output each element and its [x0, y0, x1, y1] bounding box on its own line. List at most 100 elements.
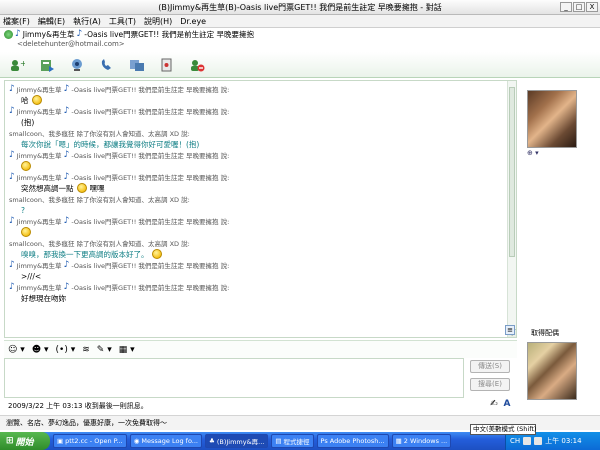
volume-icon[interactable] — [534, 437, 543, 445]
resize-pane-icon[interactable]: ≡ — [505, 325, 515, 335]
messenger-icon: ♣ — [209, 437, 215, 445]
menu-edit[interactable]: 編輯(E) — [38, 16, 65, 27]
webcam-icon[interactable] — [68, 57, 86, 73]
nudge-icon[interactable]: ≋ — [82, 345, 90, 355]
explorer-icon: ▦ — [395, 437, 402, 445]
taskbar-item-ptt[interactable]: ▣ ptt2.cc - Open P... — [53, 434, 127, 448]
menu-file[interactable]: 檔案(F) — [3, 16, 30, 27]
taskbar-item-photoshop[interactable]: Ps Adobe Photosh... — [316, 434, 389, 448]
music-note-icon: ♪ — [9, 171, 15, 182]
menu-actions[interactable]: 執行(A) — [73, 16, 101, 27]
font-icon[interactable]: A — [504, 399, 511, 409]
message-header: ♪ Jimmy&再生草 ♪ -Oasis live門票GET!! 我們是前生註定 早晚… — [9, 149, 230, 160]
browser-icon: ◉ — [133, 437, 140, 445]
wink-emoticon-icon — [21, 161, 31, 171]
avatar-menu-dropdown[interactable]: ⊕ ▾ — [527, 149, 539, 157]
window-title: (B)Jimmy&再生草(B)-Oasis live門票GET!! 我們是前生註… — [158, 2, 442, 12]
tray-app-icon[interactable] — [523, 437, 532, 445]
send-files-icon[interactable] — [38, 57, 56, 73]
music-note-icon: ♪ — [63, 83, 70, 94]
message-text: 哈 — [9, 94, 512, 106]
wink-picker-icon[interactable]: ☻ ▾ — [32, 345, 49, 355]
close-button[interactable]: X — [586, 2, 598, 12]
my-avatar[interactable] — [527, 342, 577, 400]
format-toolbar: ☺ ▾ ☻ ▾ (•) ▾ ≋ ✎ ▾ ▦ ▾ — [4, 340, 517, 358]
music-note-icon: ♪ — [9, 215, 15, 226]
message-header: smallcoon、我多瘋狂 除了你沒有別人會知道、太高調 XD 說: — [9, 196, 190, 204]
block-icon[interactable] — [188, 57, 206, 73]
menu-help[interactable]: 說明(H) — [144, 16, 172, 27]
conversation-history[interactable]: ♪ Jimmy&再生草 ♪ -Oasis live門票GET!! 我們是前生註定 早晚… — [4, 80, 517, 338]
message-text: 好想現在吻妳 — [21, 293, 66, 303]
taskbar-item-shortcuts[interactable]: ▤ 程式捷徑 — [271, 434, 314, 448]
message-header: smallcoon、我多瘋狂 除了你沒有別人會知道、太高調 XD 說: — [9, 240, 190, 248]
music-note-icon: ♪ — [63, 105, 70, 116]
music-note-icon: ♪ — [63, 281, 70, 292]
music-note-icon: ♪ — [9, 105, 15, 116]
window-title-bar[interactable]: (B)Jimmy&再生草(B)-Oasis live門票GET!! 我們是前生註… — [0, 0, 600, 15]
conversation-scrollbar[interactable]: ▼ — [507, 81, 516, 337]
font-picker-icon[interactable]: ✎ ▾ — [97, 345, 112, 355]
wink-emoticon-icon — [151, 249, 162, 259]
search-button[interactable]: 搜尋(E) — [470, 378, 510, 391]
clock: 上午 03:14 — [545, 437, 582, 445]
online-status-icon — [4, 29, 13, 39]
call-icon[interactable] — [98, 57, 116, 73]
message-header: ♪ Jimmy&再生草 ♪ -Oasis live門票GET!! 我們是前生註定 早晚… — [9, 105, 230, 116]
voice-clip-icon[interactable]: (•) ▾ — [56, 345, 76, 355]
message-text: 嗅嗅，那我換一下更高調的版本好了。 — [9, 248, 512, 260]
menu-dreye[interactable]: Dr.eye — [180, 17, 206, 26]
music-note-icon: ♪ — [9, 281, 15, 292]
terminal-icon: ▣ — [57, 437, 64, 445]
svg-text:+: + — [20, 59, 25, 68]
message-text: (抱) — [21, 117, 35, 127]
games-icon[interactable] — [158, 57, 176, 73]
message-text: 每次你說「嗯」的時候，都讓我覺得你好可愛喔！(抱) — [21, 139, 200, 149]
contact-avatar[interactable] — [527, 90, 577, 148]
music-note-icon: ♪ — [63, 215, 70, 226]
music-note-icon: ♪ — [63, 149, 70, 160]
music-note-icon: ♪ — [63, 171, 70, 182]
contact-tagline: -Oasis live門票GET!! 我們是前生註定 早晚要擁抱 — [84, 29, 255, 39]
music-note-icon: ♪ — [9, 259, 15, 270]
display-picture-panel: ⊕ ▾ 取得配偶 — [519, 80, 600, 410]
windows-logo-icon: ⊞ — [6, 436, 14, 446]
folder-icon: ▤ — [275, 437, 282, 445]
emoticon-picker-icon[interactable]: ☺ ▾ — [8, 345, 25, 355]
scrollbar-thumb[interactable] — [509, 87, 515, 257]
music-note-icon: ♪ — [9, 83, 15, 94]
message-text — [9, 226, 512, 238]
message-header: ♪ Jimmy&再生草 ♪ -Oasis live門票GET!! 我們是前生註定 早晚… — [9, 259, 230, 270]
smiley-emoticon-icon — [76, 183, 87, 193]
avatar-label: 取得配偶 — [531, 329, 559, 337]
taskbar-item-message-log[interactable]: ◉ Message Log fo... — [129, 434, 203, 448]
menu-tools[interactable]: 工具(T) — [109, 16, 136, 27]
message-text: ? — [21, 205, 25, 215]
menu-bar: 檔案(F) 編輯(E) 執行(A) 工具(T) 說明(H) Dr.eye — [0, 15, 600, 28]
background-picker-icon[interactable]: ▦ ▾ — [119, 345, 135, 355]
taskbar-item-explorer[interactable]: ▦ 2 Windows ... — [391, 434, 452, 448]
contact-email: <deletehunter@hotmail.com> — [17, 40, 125, 48]
contact-name: Jimmy&再生草 — [22, 29, 75, 39]
smiley-emoticon-icon — [21, 227, 31, 237]
message-text: 突然想高調一點 嘿嘿 — [21, 183, 105, 193]
handwriting-icon[interactable]: ✍ — [490, 399, 498, 409]
input-tools: ✍ A — [490, 399, 511, 409]
window-controls: _ □ X — [560, 2, 598, 12]
start-button[interactable]: ⊞ 開始 — [0, 432, 50, 450]
message-header: ♪ Jimmy&再生草 ♪ -Oasis live門票GET!! 我們是前生註定 早晚… — [9, 215, 230, 226]
message-header: ♪ Jimmy&再生草 ♪ -Oasis live門票GET!! 我們是前生註定 早晚… — [9, 83, 230, 94]
invite-icon[interactable]: + — [8, 57, 26, 73]
send-button[interactable]: 傳送(S) — [470, 360, 510, 373]
minimize-button[interactable]: _ — [560, 2, 572, 12]
maximize-button[interactable]: □ — [573, 2, 585, 12]
music-note-icon: ♪ — [63, 259, 70, 270]
message-text: >///< — [21, 271, 42, 281]
activities-icon[interactable] — [128, 57, 146, 73]
language-indicator[interactable]: CH — [510, 437, 520, 445]
message-input[interactable] — [4, 358, 464, 398]
taskbar-item-messenger[interactable]: ♣ (B)Jimmy&再... — [205, 434, 269, 448]
message-header: ♪ Jimmy&再生草 ♪ -Oasis live門票GET!! 我們是前生註定 早晚… — [9, 281, 230, 292]
message-header: ♪ Jimmy&再生草 ♪ -Oasis live門票GET!! 我們是前生註定 早晚… — [9, 171, 230, 182]
ime-indicator: 中文(美數模式 (Shift) — [470, 424, 536, 435]
